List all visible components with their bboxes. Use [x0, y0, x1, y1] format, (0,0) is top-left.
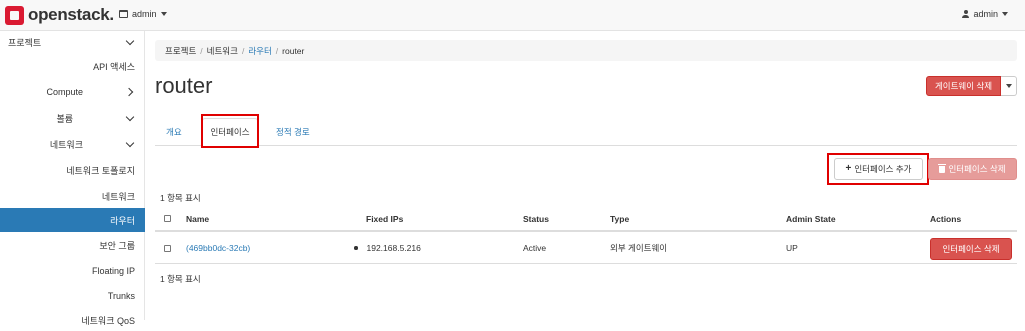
sidebar-item-volumes[interactable]: 볼륨	[0, 107, 145, 129]
delete-interfaces-button[interactable]: 인터페이스 삭제	[928, 158, 1017, 180]
sidebar-item-security-groups[interactable]: 보안 그룹	[0, 234, 145, 256]
sidebar-item-label: API 액세스	[93, 61, 135, 72]
column-header-actions: Actions	[930, 213, 962, 224]
user-dropdown[interactable]: admin	[962, 9, 1008, 19]
interface-name-link[interactable]: (469bb0dc-32cb)	[186, 233, 250, 263]
sidebar-item-trunks[interactable]: Trunks	[0, 285, 145, 307]
column-header-type[interactable]: Type	[610, 207, 629, 230]
breadcrumb-separator: /	[241, 45, 245, 56]
openstack-logo[interactable]: openstack.	[5, 4, 114, 26]
sidebar-item-network-qos[interactable]: 네트워크 QoS	[0, 309, 145, 331]
actions-dropdown-toggle[interactable]	[1001, 76, 1017, 96]
sidebar-item-compute[interactable]: Compute	[0, 81, 145, 103]
sidebar-item-label: 네트워크	[101, 191, 135, 202]
sidebar-item-api-access[interactable]: API 액세스	[0, 55, 145, 77]
column-header-status[interactable]: Status	[523, 207, 549, 230]
project-icon	[119, 10, 128, 18]
fixed-ips-cell: 192.168.5.216	[354, 233, 421, 263]
column-header-name[interactable]: Name	[186, 207, 209, 230]
sidebar-item-routers[interactable]: 라우터	[0, 208, 145, 232]
logo-text: openstack.	[28, 5, 114, 24]
bullet-icon	[354, 246, 358, 250]
sidebar-item-label: 라우터	[110, 215, 135, 226]
select-all-checkbox[interactable]	[164, 215, 171, 222]
table-row: (469bb0dc-32cb) 192.168.5.216 Active 외부 …	[155, 233, 1017, 264]
sidebar-item-label: Trunks	[107, 291, 135, 301]
breadcrumb: 프로젝트 / 네트워크 / 라우터 / router	[155, 40, 1017, 61]
highlight-box-interfaces-tab	[201, 114, 259, 148]
sidebar: 프로젝트 API 액세스 Compute 볼륨 네트워크 네트워크 토폴로지 네…	[0, 31, 145, 326]
row-delete-interface-button[interactable]: 인터페이스 삭제	[930, 238, 1012, 260]
sidebar-item-label: 네트워크	[49, 139, 83, 150]
fixed-ip-value: 192.168.5.216	[366, 243, 421, 253]
top-navbar: openstack. admin admin	[0, 0, 1025, 31]
table-header: Name Fixed IPs Status Type Admin State A…	[155, 207, 1017, 232]
item-count-top: 1 항목 표시	[160, 193, 201, 203]
user-icon	[962, 10, 970, 18]
page-title: router	[155, 73, 213, 98]
breadcrumb-project: 프로젝트	[165, 45, 197, 56]
chevron-down-icon	[125, 138, 135, 148]
sidebar-item-label: 보안 그룹	[99, 240, 135, 251]
highlight-box-add-interface	[827, 153, 929, 185]
tab-bar: 개요 인터페이스 정적 경로	[155, 118, 1017, 146]
sidebar-item-project[interactable]: 프로젝트	[0, 31, 145, 53]
trash-icon	[938, 164, 947, 173]
caret-down-icon	[1005, 84, 1012, 88]
chevron-right-icon	[124, 87, 134, 97]
sidebar-item-network-topology[interactable]: 네트워크 토폴로지	[0, 159, 145, 181]
breadcrumb-routers-link[interactable]: 라우터	[248, 45, 271, 57]
sidebar-item-label: 프로젝트	[8, 37, 42, 48]
tab-static-routes[interactable]: 정적 경로	[276, 118, 310, 146]
caret-down-icon	[160, 12, 167, 16]
status-cell: Active	[523, 243, 547, 253]
sidebar-item-label: Compute	[46, 87, 83, 97]
caret-down-icon	[1002, 12, 1008, 16]
chevron-down-icon	[125, 36, 135, 46]
sidebar-item-label: 볼륨	[56, 113, 73, 124]
chevron-down-icon	[125, 112, 135, 122]
sidebar-item-networks[interactable]: 네트워크	[0, 185, 145, 207]
breadcrumb-separator: /	[200, 45, 203, 56]
delete-interfaces-label: 인터페이스 삭제	[948, 164, 1006, 174]
project-dropdown-label: admin	[132, 9, 157, 19]
column-header-fixed-ips[interactable]: Fixed IPs	[366, 207, 403, 230]
sidebar-item-label: 네트워크 토폴로지	[66, 165, 135, 176]
breadcrumb-network: 네트워크	[206, 45, 238, 56]
sidebar-item-network-group[interactable]: 네트워크	[0, 133, 145, 155]
row-checkbox[interactable]	[164, 244, 171, 252]
row-select-cell	[164, 233, 171, 263]
breadcrumb-current: router	[282, 45, 305, 56]
select-all-cell	[164, 207, 171, 230]
delete-gateway-button[interactable]: 게이트웨이 삭제	[926, 76, 1001, 96]
user-dropdown-label: admin	[973, 9, 998, 19]
sidebar-item-label: Floating IP	[91, 266, 135, 276]
tab-overview[interactable]: 개요	[166, 118, 182, 146]
column-header-admin-state[interactable]: Admin State	[786, 207, 836, 230]
openstack-logo-icon	[5, 5, 24, 25]
item-count-bottom: 1 항목 표시	[160, 274, 201, 284]
admin-state-cell: UP	[786, 243, 798, 253]
breadcrumb-separator: /	[275, 45, 279, 56]
sidebar-item-label: 네트워크 QoS	[81, 315, 135, 326]
type-cell: 외부 게이트웨이	[610, 243, 668, 253]
sidebar-item-floating-ips[interactable]: Floating IP	[0, 260, 145, 282]
project-dropdown[interactable]: admin	[119, 9, 167, 19]
